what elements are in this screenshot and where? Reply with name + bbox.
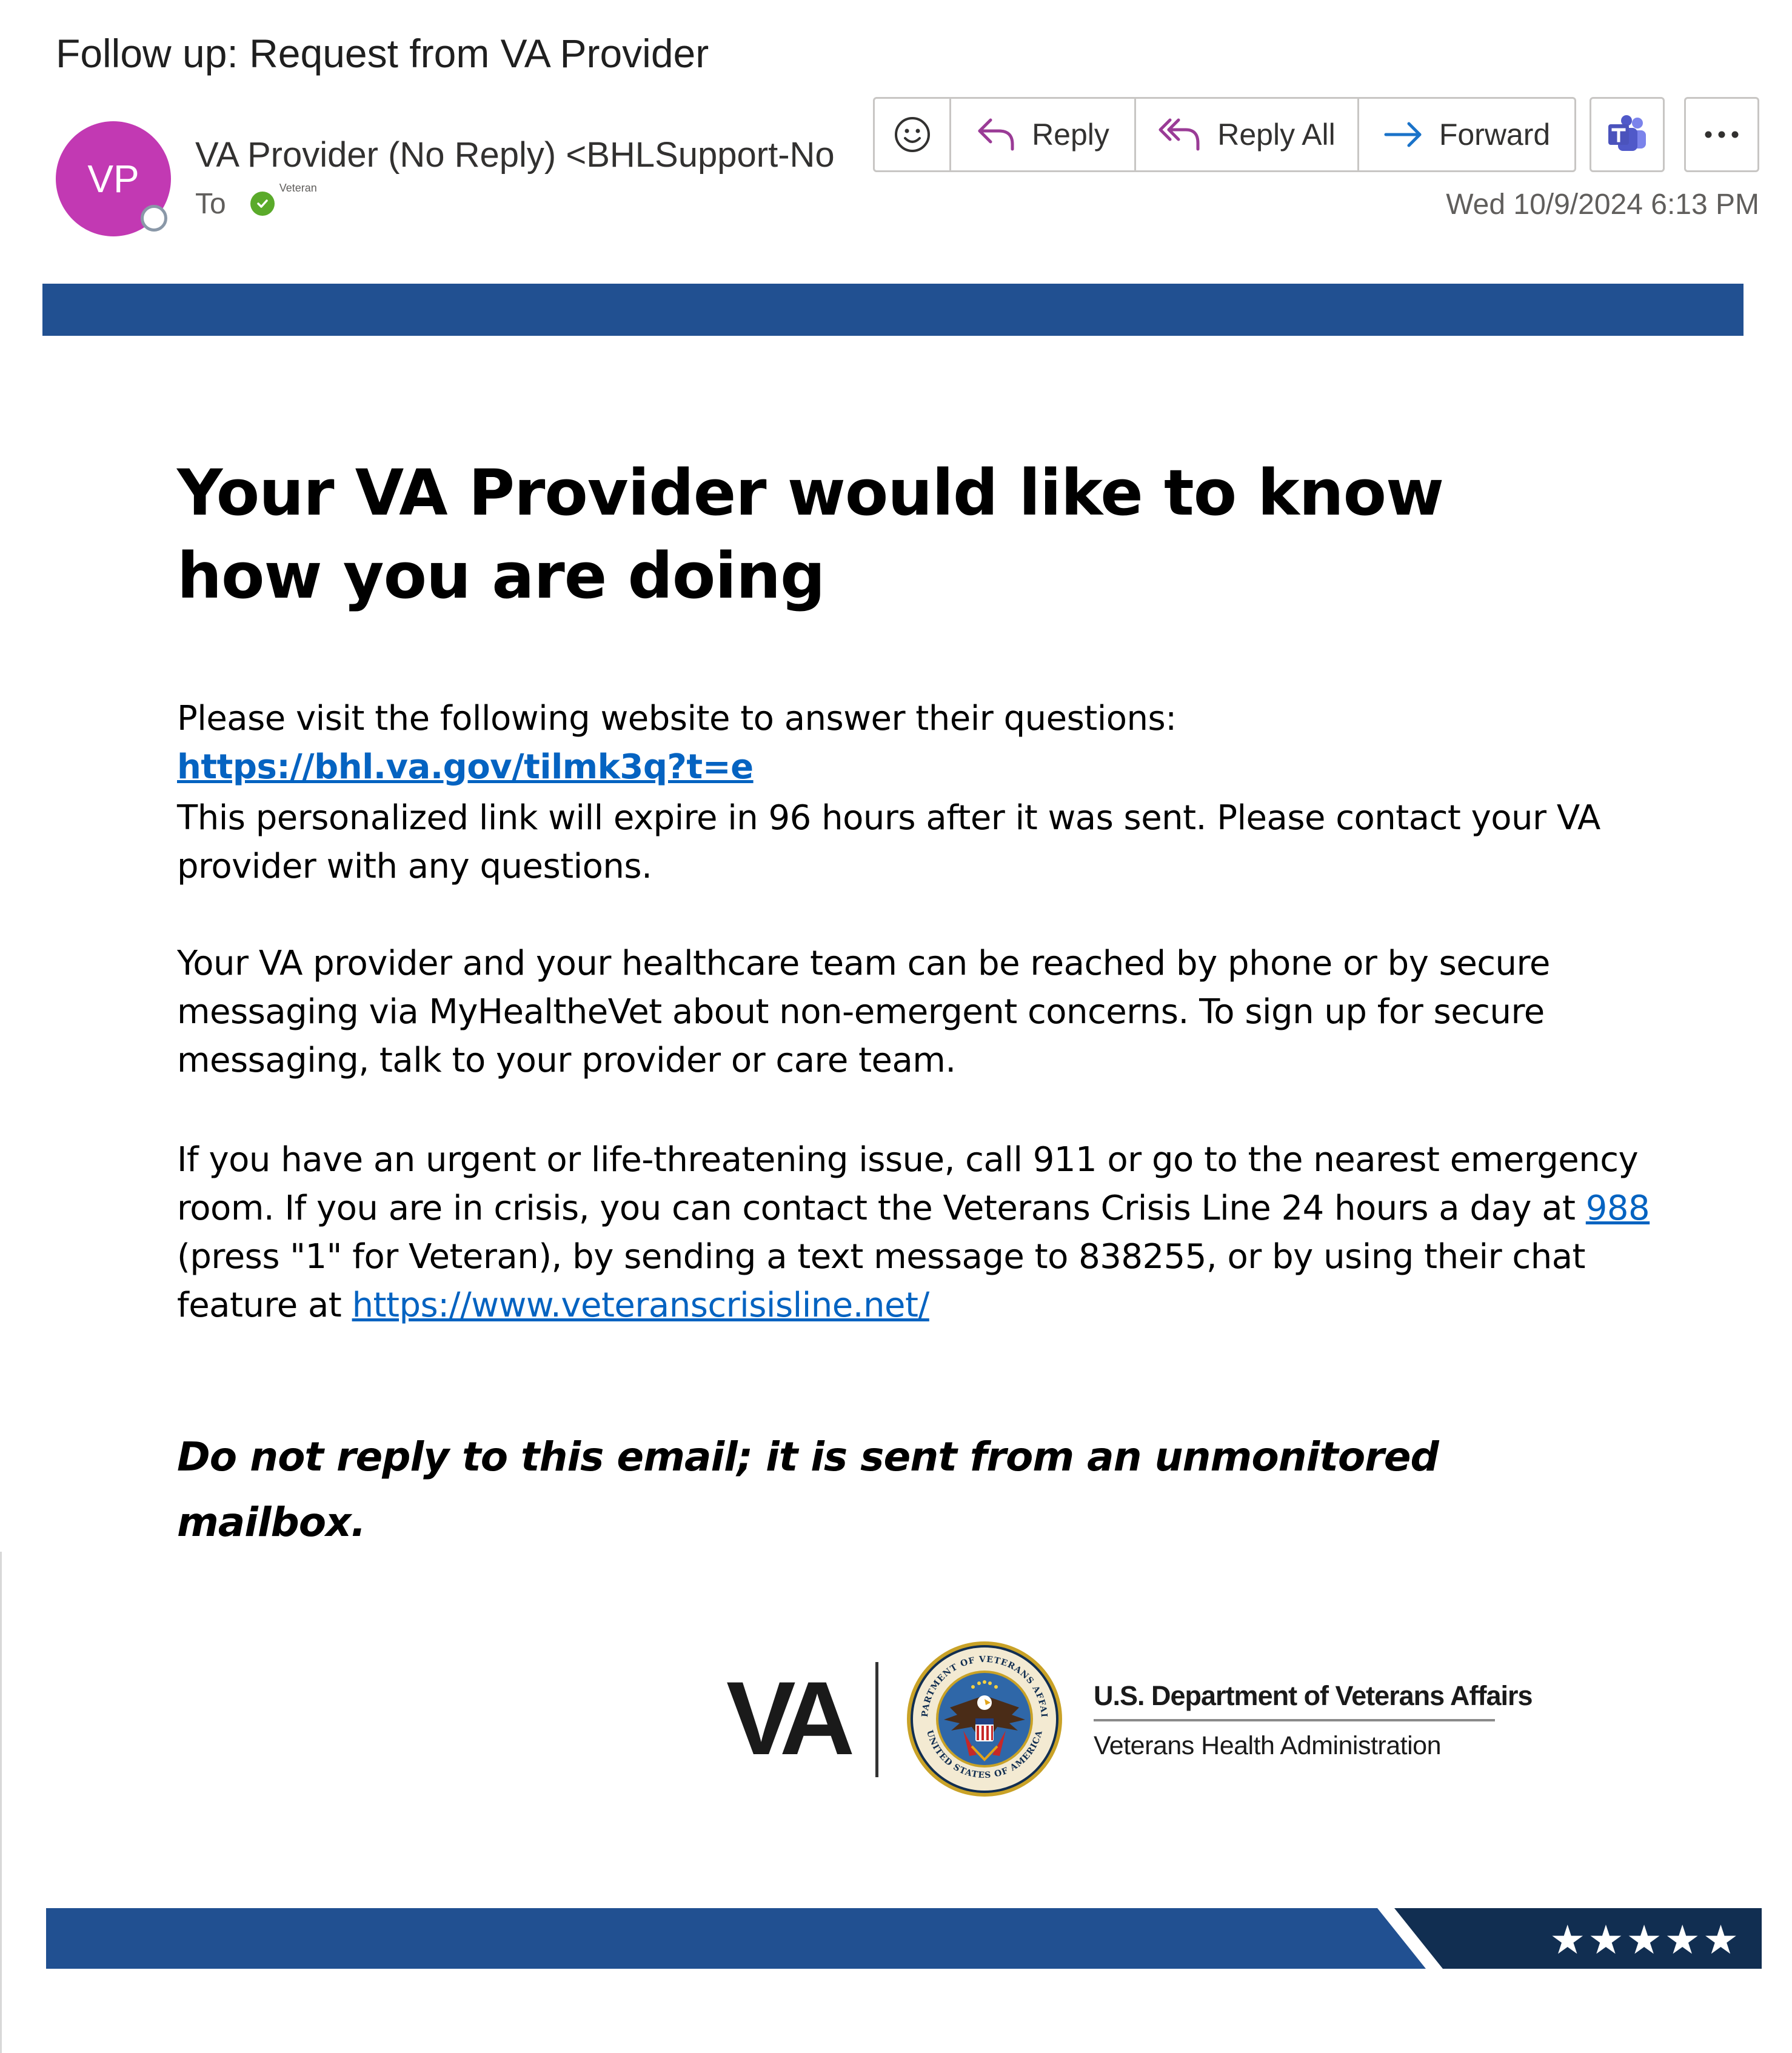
received-timestamp: Wed 10/9/2024 6:13 PM [1446,189,1759,221]
avatar-initials: VP [87,157,139,201]
department-name: U.S. Department of Veterans Affairs [1094,1680,1533,1711]
forward-label: Forward [1439,118,1551,152]
message-action-toolbar: Reply Reply All Forward [873,97,1576,172]
survey-text: Please visit the following website to an… [177,699,1177,738]
footer-stars-icon: ★★★★★ [1550,1917,1741,1962]
header-banner-bar [42,284,1744,336]
to-label: To [195,187,226,220]
emoji-icon [894,117,930,152]
forward-icon [1384,122,1422,147]
administration-name: Veterans Health Administration [1094,1731,1442,1760]
footer-banner [46,1908,1762,1969]
va-logo-mark: VA [726,1660,855,1777]
reply-icon [978,118,1014,151]
reply-button[interactable]: Reply [951,99,1136,170]
crisis-paragraph: If you have an urgent or life-threatenin… [177,1136,1680,1330]
reaction-button[interactable] [875,99,951,170]
survey-paragraph: Please visit the following website to an… [177,695,1680,792]
more-actions-button[interactable] [1684,97,1759,172]
no-reply-notice: Do not reply to this email; it is sent f… [177,1434,1439,1546]
crisis-phone-link[interactable]: 988 [1586,1189,1650,1228]
logo-rule [1094,1719,1495,1721]
recipient-name[interactable]: Veteran [279,182,317,195]
forward-button[interactable]: Forward [1359,99,1574,170]
crisis-line-link[interactable]: https://www.veteranscrisisline.net/ [352,1286,930,1325]
logo-divider [875,1662,878,1777]
more-icon [1705,131,1739,138]
survey-link[interactable]: https://bhl.va.gov/tilmk3q?t=e [177,747,754,787]
presence-status-icon [141,205,167,232]
reply-all-icon [1158,118,1200,151]
crisis-text-a: If you have an urgent or life-threatenin… [177,1140,1639,1228]
va-seal-icon: DEPARTMENT OF VETERANS AFFAIRS UNITED ST… [905,1640,1062,1797]
contact-paragraph: Your VA provider and your healthcare tea… [177,944,1550,1080]
sender-name[interactable]: VA Provider (No Reply) <BHLSupport-No [195,135,838,175]
recipients-row: To Veteran [195,182,317,222]
divider [0,1552,2,2053]
email-heading: Your VA Provider would like to know how … [177,456,1444,613]
reply-all-label: Reply All [1217,118,1336,152]
teams-icon [1608,115,1646,151]
reply-all-button[interactable]: Reply All [1136,99,1359,170]
email-subject: Follow up: Request from VA Provider [56,31,709,76]
teams-button[interactable] [1590,97,1665,172]
expiry-paragraph: This personalized link will expire in 96… [177,798,1600,886]
reply-label: Reply [1032,118,1109,152]
verified-check-icon [250,192,275,216]
